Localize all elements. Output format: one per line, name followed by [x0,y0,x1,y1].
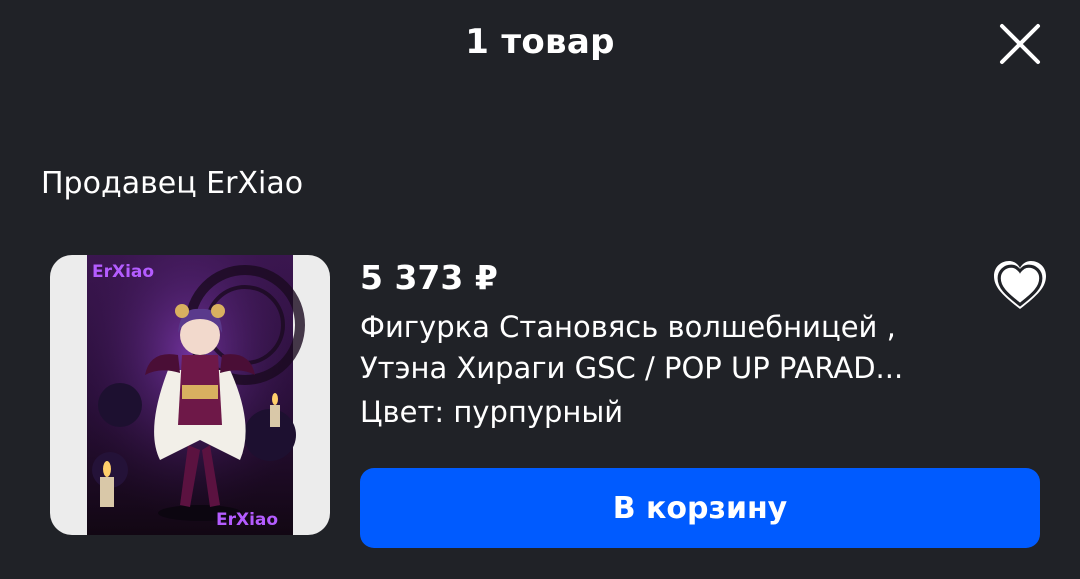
close-icon [1000,24,1040,64]
favorite-button[interactable] [988,254,1052,318]
watermark-top: ErXiao [92,262,154,282]
add-to-cart-button[interactable]: В корзину [360,468,1040,548]
product-title-line-2[interactable]: Утэна Хираги GSC / POP UP PARAD... [360,351,903,385]
close-button[interactable] [994,18,1046,70]
seller-name: Продавец ErXiao [41,166,304,201]
cart-sheet: 1 товар Продавец ErXiao ErXiao ErXiao 5 … [0,0,1080,579]
product-color: Цвет: пурпурный [360,395,624,429]
sheet-title: 1 товар [465,22,615,62]
heart-outline-icon [994,261,1046,309]
product-title-line-1[interactable]: Фигурка Становясь волшебницей , [360,310,896,344]
product-figure-illustration: ErXiao ErXiao [87,255,305,535]
watermark-bottom: ErXiao [216,510,278,530]
product-image[interactable]: ErXiao ErXiao [50,255,330,535]
product-price: 5 373 ₽ [360,258,498,297]
